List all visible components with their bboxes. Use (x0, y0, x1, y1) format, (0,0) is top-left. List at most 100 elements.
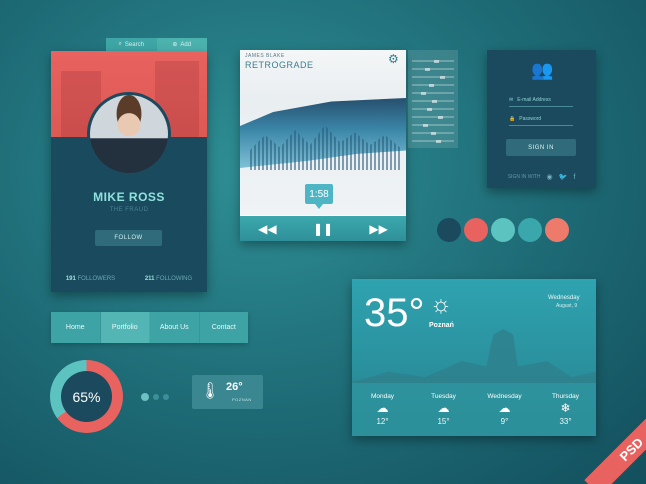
eq-slider[interactable] (412, 139, 454, 143)
profile-name: MIKE ROSS (93, 190, 165, 204)
followers-stat[interactable]: 191 FOLLOWERS (66, 276, 115, 282)
eq-knob[interactable] (424, 67, 430, 71)
rewind-icon[interactable]: ◀◀ (258, 222, 276, 236)
dot-active[interactable] (141, 393, 149, 401)
forecast-day-name: Thursday (551, 393, 580, 400)
twitter-icon[interactable]: 🐦 (559, 173, 568, 181)
tab-search[interactable]: ⌕ Search (106, 38, 157, 51)
temperature-city: POZNAN (232, 397, 252, 402)
dot[interactable] (153, 394, 159, 400)
weather-card: 35° ☼ Poznań Wednesday August, 9 Monday … (352, 279, 596, 436)
email-field[interactable]: ✉ E-mail Address (509, 94, 573, 107)
gear-icon[interactable]: ⚙ (388, 53, 400, 65)
eq-knob[interactable] (437, 115, 443, 119)
social-label: SIGN IN WITH (507, 174, 541, 180)
eq-slider[interactable] (412, 131, 454, 135)
email-placeholder: E-mail Address (517, 97, 551, 103)
eq-knob[interactable] (426, 107, 432, 111)
github-icon[interactable]: ◉ (547, 173, 553, 181)
forecast-day: Monday ☁ 12° (352, 383, 413, 436)
temperature-value: 26° (226, 381, 243, 393)
dot[interactable] (163, 394, 169, 400)
profile-card: MIKE ROSS THE FRAUD FOLLOW 191 FOLLOWERS… (51, 51, 207, 292)
nav-item-portfolio[interactable]: Portfolio (100, 312, 150, 343)
navigation-bar: Home Portfolio About Us Contact (51, 312, 248, 343)
password-field[interactable]: 🔒 Password (509, 113, 573, 126)
equalizer (408, 50, 458, 148)
pagination-dots (141, 393, 169, 401)
eq-knob[interactable] (436, 139, 442, 143)
color-swatch[interactable] (545, 218, 569, 242)
forecast-day: Wednesday ☁ 9° (474, 383, 535, 436)
artist-name: JAMES BLAKE (245, 53, 285, 59)
forecast-temp: 12° (376, 417, 389, 426)
song-title: RETROGRADE (245, 60, 314, 70)
forecast-day-name: Tuesday (431, 393, 456, 400)
color-swatch[interactable] (464, 218, 488, 242)
forecast-temp: 9° (500, 417, 509, 426)
lock-icon: 🔒 (509, 116, 516, 122)
eq-knob[interactable] (432, 99, 438, 103)
eq-slider[interactable] (412, 123, 454, 127)
nav-item-about-us[interactable]: About Us (150, 312, 200, 343)
eq-knob[interactable] (421, 91, 427, 95)
forecast-temp: 15° (437, 417, 450, 426)
thermometer-icon: 🌡 (200, 383, 221, 400)
fast-forward-icon[interactable]: ▶▶ (369, 222, 387, 236)
follow-button[interactable]: FOLLOW (95, 230, 162, 246)
eq-slider[interactable] (412, 59, 454, 63)
eq-knob[interactable] (430, 131, 436, 135)
password-placeholder: Password (519, 116, 542, 122)
donut-label: 65% (61, 371, 112, 422)
player-controls: ◀◀ ❚❚ ▶▶ (240, 216, 406, 241)
profile-role: THE FRAUD (109, 207, 149, 213)
facebook-icon[interactable]: f (573, 174, 575, 181)
eq-slider[interactable] (412, 99, 454, 103)
forecast-day-name: Monday (370, 393, 395, 400)
sun-icon: ☼ (430, 291, 452, 318)
weather-day: Wednesday (548, 295, 580, 301)
progress-donut: 65% (50, 360, 123, 433)
following-stat[interactable]: 211 FOLLOWING (145, 276, 192, 282)
color-swatch[interactable] (491, 218, 515, 242)
music-player: JAMES BLAKE RETROGRADE ⚙ 1:58 ◀◀ ❚❚ ▶▶ (240, 50, 406, 241)
nav-item-contact[interactable]: Contact (200, 312, 249, 343)
tab-label: Add (180, 41, 192, 48)
current-temperature: 35° (364, 291, 425, 335)
eq-knob[interactable] (439, 75, 445, 79)
forecast-day-name: Wednesday (487, 393, 522, 400)
login-card: 👥 ✉ E-mail Address 🔒 Password SIGN IN SI… (487, 50, 596, 188)
psd-badge: PSD (584, 410, 646, 484)
eq-slider[interactable] (412, 83, 454, 87)
eq-knob[interactable] (434, 59, 440, 63)
color-swatch[interactable] (518, 218, 542, 242)
sign-in-button[interactable]: SIGN IN (506, 139, 576, 156)
storm-cloud-icon: ☁ (498, 401, 511, 415)
track-time: 1:58 (305, 184, 333, 209)
profile-stats: 191 FOLLOWERS 211 FOLLOWING (51, 276, 207, 282)
eq-slider[interactable] (412, 107, 454, 111)
avatar (87, 92, 171, 176)
eq-slider[interactable] (412, 67, 454, 71)
eq-knob[interactable] (428, 83, 434, 87)
eq-slider[interactable] (412, 115, 454, 119)
nav-item-home[interactable]: Home (51, 312, 101, 343)
tab-label: Search (124, 41, 144, 48)
users-icon: 👥 (531, 60, 554, 80)
eq-knob[interactable] (423, 123, 429, 127)
search-icon: ⌕ (118, 41, 122, 47)
forecast-temp: 33° (559, 417, 572, 426)
snow-icon: ❄ (560, 401, 571, 415)
forecast-day: Tuesday ☁ 15° (413, 383, 474, 436)
social-login: SIGN IN WITH ◉ 🐦 f (487, 173, 596, 182)
rain-cloud-icon: ☁ (437, 401, 450, 415)
temperature-widget: 🌡 26° POZNAN (192, 375, 263, 409)
weather-city: Poznań (429, 322, 454, 329)
weather-date: August, 9 (556, 303, 578, 309)
eq-slider[interactable] (412, 75, 454, 79)
color-swatch[interactable] (437, 218, 461, 242)
eq-slider[interactable] (412, 91, 454, 95)
forecast-row: Monday ☁ 12° Tuesday ☁ 15° Wednesday ☁ 9… (352, 383, 596, 436)
pause-icon[interactable]: ❚❚ (313, 222, 333, 236)
tab-add[interactable]: ⊕ Add (156, 38, 207, 51)
